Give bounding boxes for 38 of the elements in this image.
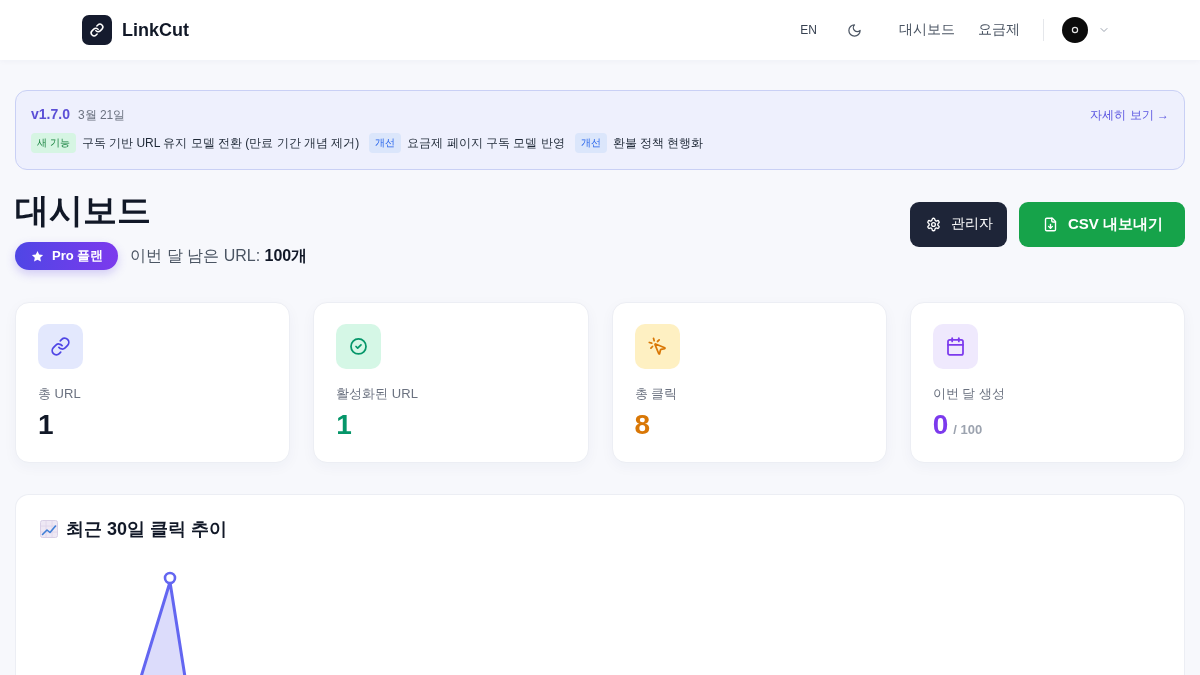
plan-name: Pro 플랜 [52, 247, 104, 265]
release-tag: 개선 [574, 133, 607, 153]
language-toggle[interactable]: EN [800, 21, 817, 39]
star-icon [31, 249, 44, 263]
stat-label: 총 URL [38, 385, 82, 403]
release-tag: 개선 [369, 133, 402, 153]
nav-link[interactable]: 요금제 [978, 21, 1020, 39]
pointer-click-icon [634, 324, 680, 369]
release-tag: 새 기능 [31, 133, 76, 153]
settings-icon [926, 216, 941, 232]
version-label: v1.7.0 [31, 106, 70, 122]
stat-label: 총 클릭 [634, 385, 679, 403]
link-icon [38, 324, 83, 369]
user-avatar[interactable] [1062, 17, 1088, 43]
link-logo-icon[interactable] [82, 15, 112, 45]
details-link[interactable]: 자세히 보기 → [1090, 107, 1169, 124]
brand-name[interactable]: LinkCut [122, 19, 189, 41]
stat-value: 1 [336, 408, 352, 442]
release-note-text: 환불 정책 현행화 [612, 134, 704, 152]
stat-value: 0 [932, 408, 949, 442]
chart-title: 최근 30일 클릭 추이 [66, 518, 228, 540]
stat-total: / 100 [953, 422, 983, 437]
release-note-text: 요금제 페이지 구독 모델 반영 [407, 134, 565, 152]
release-note-text: 구독 기반 URL 유지 모델 전환 (만료 기간 개념 제거) [81, 134, 360, 152]
calendar-icon [932, 324, 978, 369]
stat-value: 1 [38, 408, 54, 442]
release-date: 3월 21일 [77, 107, 126, 124]
stat-label: 활성화된 URL [336, 385, 419, 403]
moon-icon[interactable] [847, 22, 862, 38]
nav-link[interactable]: 대시보드 [899, 21, 955, 39]
admin-button[interactable]: 관리자 [910, 201, 1007, 247]
stat-value: 8 [634, 408, 651, 442]
file-download-icon [1043, 216, 1058, 232]
stat-label: 이번 달 생성 [932, 385, 1006, 403]
page-title: 대시보드 [15, 190, 152, 230]
rising-chart-icon [40, 520, 58, 538]
remaining-quota-text: 이번 달 남은 URL: 100개 [130, 245, 308, 266]
data-point [163, 571, 177, 585]
